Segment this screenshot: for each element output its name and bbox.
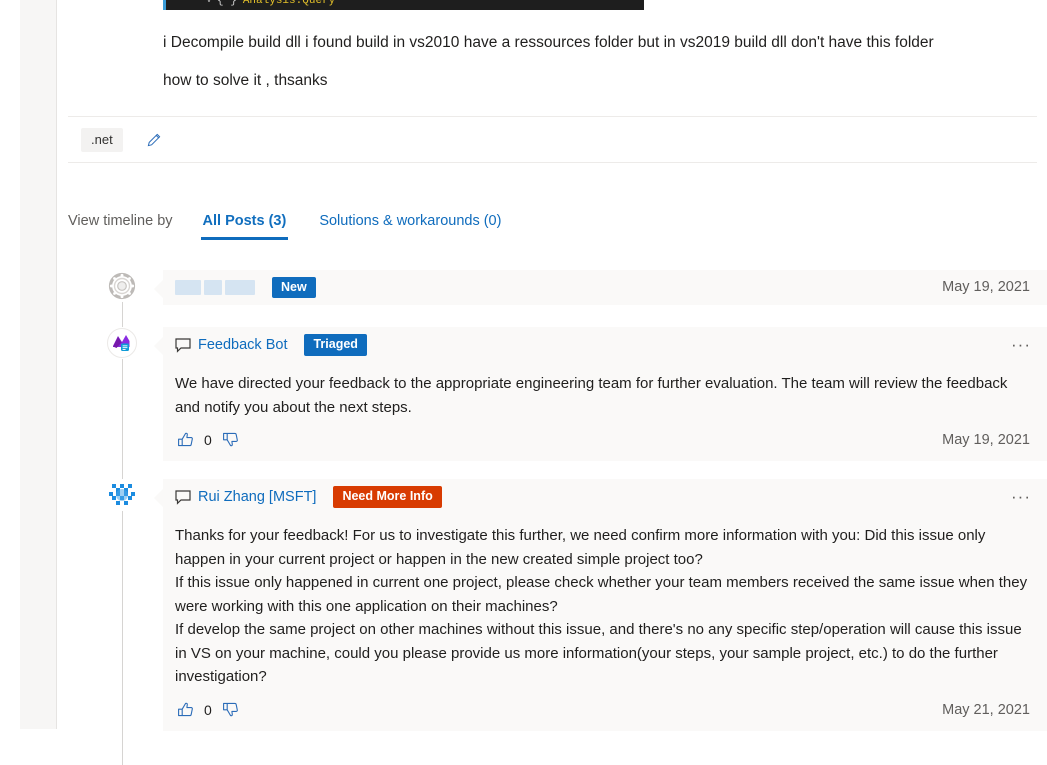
vote-group: 0 xyxy=(175,430,241,450)
tab-solutions-workarounds[interactable]: Solutions & workarounds (0) xyxy=(317,213,503,240)
timeline-tabs: View timeline by All Posts (3) Solutions… xyxy=(68,196,532,240)
tag-chip-dotnet[interactable]: .net xyxy=(81,127,123,152)
status-badge-new: New xyxy=(272,276,316,299)
code-snippet-strip: ˅ { } Analysis.Query xyxy=(163,0,644,10)
timeline-date: May 21, 2021 xyxy=(942,701,1030,718)
tags-bar: .net xyxy=(68,116,1037,163)
comment-icon xyxy=(175,337,191,353)
status-badge-need-more-info: Need More Info xyxy=(333,486,442,508)
question-body-paragraph-2: how to solve it , thsanks xyxy=(163,72,328,89)
thumbs-up-icon[interactable] xyxy=(175,700,196,720)
post-body-feedback-bot: We have directed your feedback to the ap… xyxy=(175,375,1008,416)
tab-all-posts[interactable]: All Posts (3) xyxy=(200,213,289,240)
pencil-icon[interactable] xyxy=(144,130,164,150)
redacted-author-name xyxy=(175,280,258,295)
comment-icon xyxy=(175,489,191,505)
feedback-bot-avatar[interactable] xyxy=(106,327,138,359)
timeline-card-rui-zhang: Rui Zhang [MSFT] Need More Info ··· Than… xyxy=(154,479,1047,731)
timeline-spine xyxy=(122,298,123,765)
code-symbol-name: Analysis.Query xyxy=(242,0,336,7)
vote-group: 0 xyxy=(175,700,241,720)
timeline-date: May 19, 2021 xyxy=(942,432,1030,448)
namespace-braces-icon: { } xyxy=(217,0,237,7)
view-timeline-by-label: View timeline by xyxy=(68,213,173,229)
timeline-card-feedback-bot: Feedback Bot Triaged ··· We have directe… xyxy=(154,327,1047,461)
more-options-icon[interactable]: ··· xyxy=(1008,488,1034,505)
expand-chevron-icon[interactable]: ˅ xyxy=(206,0,212,7)
left-white-rail xyxy=(0,0,20,729)
left-gray-sidebar-rail xyxy=(20,0,57,729)
question-body-paragraph-1: i Decompile build dll i found build in v… xyxy=(163,34,934,51)
status-badge-triaged: Triaged xyxy=(304,334,367,356)
vote-count: 0 xyxy=(204,701,212,718)
thumbs-down-icon[interactable] xyxy=(220,430,241,450)
author-name-feedback-bot[interactable]: Feedback Bot xyxy=(198,337,287,353)
thumbs-down-icon[interactable] xyxy=(220,700,241,720)
post-body-rui-zhang: Thanks for your feedback! For us to inve… xyxy=(175,527,1028,685)
timeline-date: May 19, 2021 xyxy=(942,279,1030,295)
more-options-icon[interactable]: ··· xyxy=(1008,336,1034,353)
author-name-rui-zhang[interactable]: Rui Zhang [MSFT] xyxy=(198,489,316,505)
gear-avatar[interactable] xyxy=(106,270,138,302)
vote-count: 0 xyxy=(204,432,212,448)
identicon-avatar[interactable] xyxy=(106,479,138,511)
timeline-card-new: New May 19, 2021 xyxy=(154,270,1047,305)
main-content-column: ˅ { } Analysis.Query i Decompile build d… xyxy=(58,0,1047,765)
thumbs-up-icon[interactable] xyxy=(175,430,196,450)
